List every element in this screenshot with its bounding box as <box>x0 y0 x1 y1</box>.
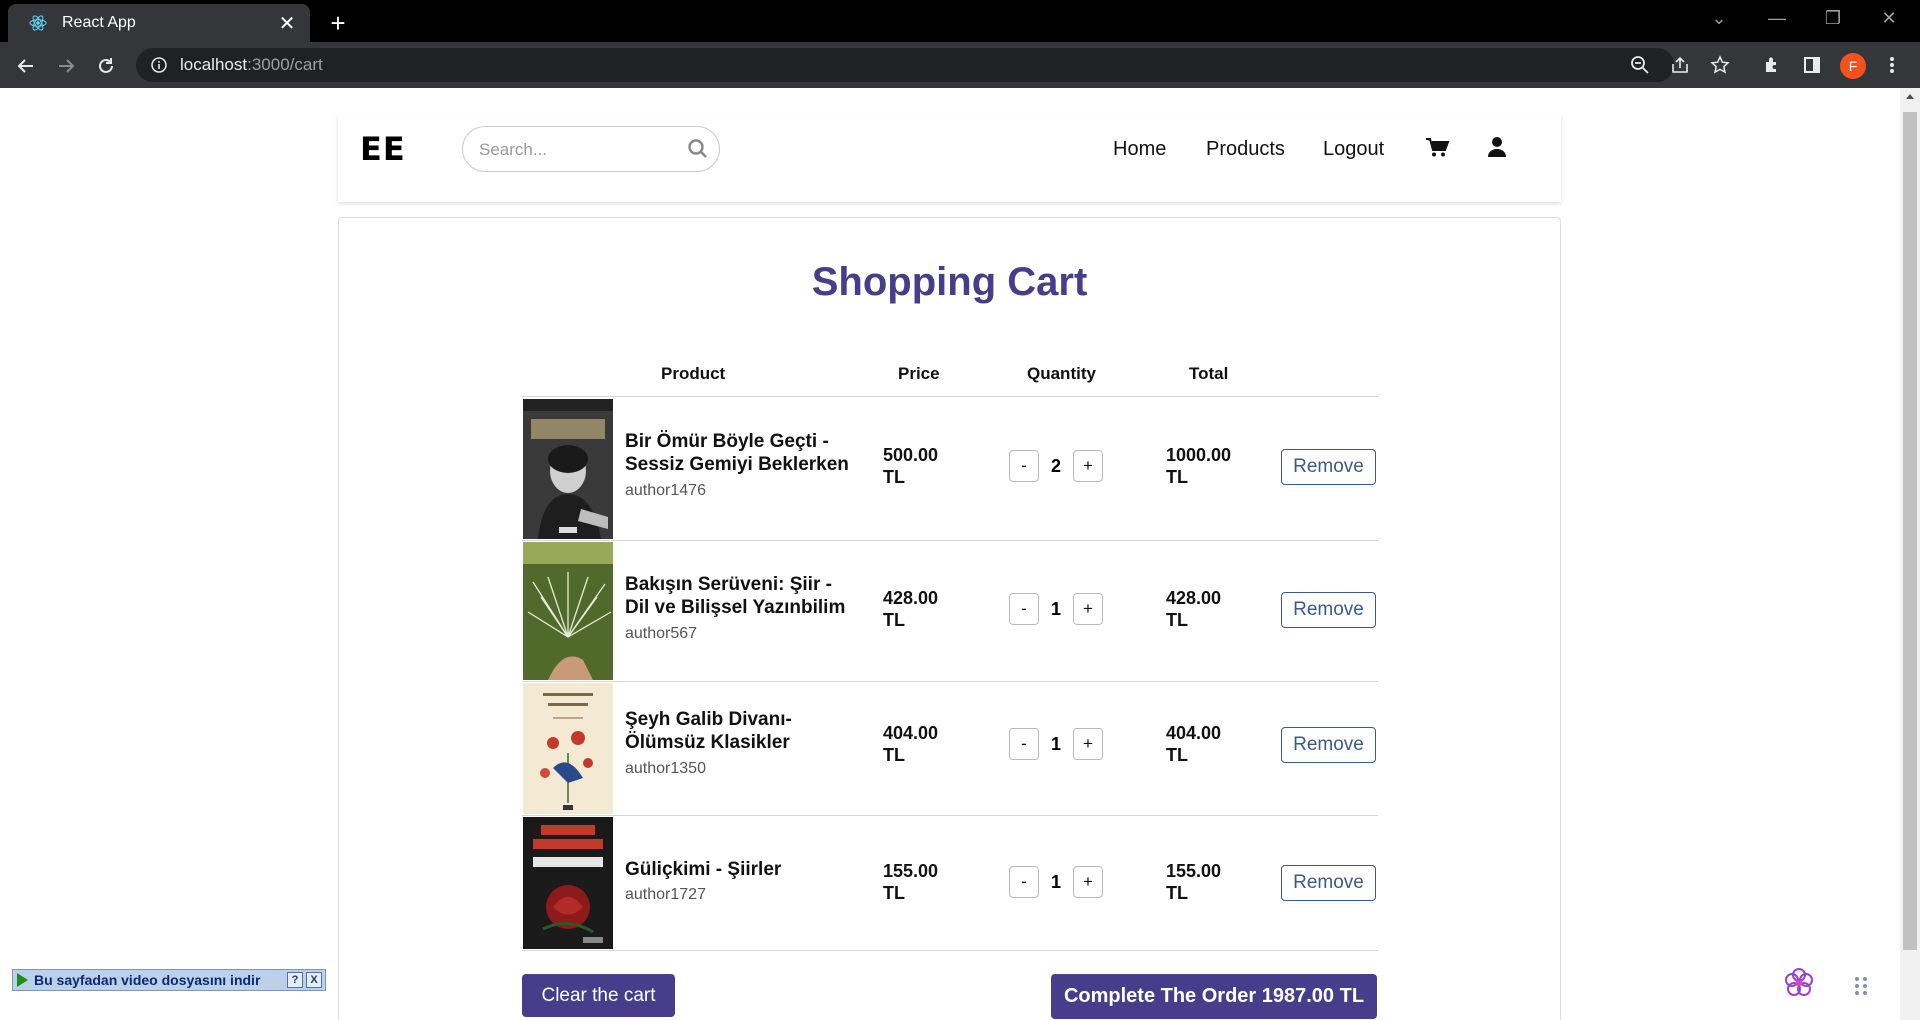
tab-title: React App <box>62 14 136 31</box>
increase-quantity-button[interactable]: + <box>1073 450 1103 482</box>
back-icon[interactable] <box>12 52 40 80</box>
increase-quantity-button[interactable]: + <box>1073 866 1103 898</box>
brand-logo[interactable]: EE <box>360 130 406 168</box>
page-scrollbar[interactable] <box>1900 88 1920 1020</box>
restore-icon[interactable]: ❐ <box>1818 8 1848 29</box>
page-title: Shopping Cart <box>811 260 1088 304</box>
decrease-quantity-button[interactable]: - <box>1009 866 1039 898</box>
cart-row: Bakışın Serüveni: Şiir - Dil ve Bilişsel… <box>522 541 1378 681</box>
minimize-icon[interactable]: — <box>1762 8 1792 29</box>
browser-tabbar: React App ✕ + ⌄ — ❐ ✕ <box>0 0 1920 42</box>
quantity-value: 1 <box>1050 599 1061 619</box>
line-total: 404.00 TL <box>1166 723 1222 765</box>
share-icon[interactable] <box>1668 53 1692 77</box>
line-total: 428.00 TL <box>1166 588 1222 630</box>
tab-close-icon[interactable]: ✕ <box>276 11 298 36</box>
play-icon <box>17 973 28 987</box>
close-window-icon[interactable]: ✕ <box>1874 8 1904 29</box>
product-price: 500.00 TL <box>883 445 939 487</box>
browser-toolbar: localhost:3000/cart F <box>0 42 1920 88</box>
product-cover-image[interactable] <box>523 399 613 539</box>
decrease-quantity-button[interactable]: - <box>1009 593 1039 625</box>
page-content: EE Home Products Logout Shopping Cart Pr… <box>0 88 1900 1020</box>
scroll-up-arrow-icon[interactable] <box>1906 94 1914 99</box>
site-info-icon[interactable] <box>150 56 168 74</box>
zoom-icon[interactable] <box>1628 53 1652 77</box>
url-path: :3000/cart <box>247 55 323 74</box>
quantity-value: 2 <box>1050 456 1061 476</box>
column-header-total: Total <box>1189 364 1229 383</box>
cart-row: Şeyh Galib Divanı- Ölümsüz Klasikler aut… <box>522 682 1378 815</box>
decrease-quantity-button[interactable]: - <box>1009 728 1039 760</box>
product-name[interactable]: Bakışın Serüveni: Şiir - Dil ve Bilişsel… <box>625 573 855 619</box>
forward-icon[interactable] <box>52 52 80 80</box>
product-price: 428.00 TL <box>883 588 939 630</box>
close-bar-button[interactable]: X <box>306 972 322 988</box>
help-button[interactable]: ? <box>287 972 303 988</box>
new-tab-icon[interactable]: + <box>324 8 352 39</box>
line-total: 155.00 TL <box>1166 861 1222 903</box>
product-author: author1476 <box>625 482 706 499</box>
drag-handle-icon[interactable] <box>1854 976 1868 996</box>
decrease-quantity-button[interactable]: - <box>1009 450 1039 482</box>
search-box <box>462 126 720 172</box>
column-header-price: Price <box>898 364 940 383</box>
column-header-product: Product <box>661 364 726 383</box>
profile-avatar[interactable]: F <box>1840 53 1866 79</box>
remove-button[interactable]: Remove <box>1281 727 1376 763</box>
divider <box>522 950 1378 951</box>
product-author: author1350 <box>625 760 706 777</box>
divider <box>522 396 1378 397</box>
nav-logout-link[interactable]: Logout <box>1323 138 1384 161</box>
assistant-flower-icon[interactable] <box>1780 964 1818 1002</box>
increase-quantity-button[interactable]: + <box>1073 593 1103 625</box>
remove-button[interactable]: Remove <box>1281 865 1376 901</box>
product-cover-image[interactable] <box>523 683 613 814</box>
reload-icon[interactable] <box>92 52 120 80</box>
product-author: author1727 <box>625 886 706 903</box>
video-download-bar[interactable]: Bu sayfadan video dosyasını indir ? X <box>12 969 326 991</box>
remove-button[interactable]: Remove <box>1281 449 1376 485</box>
cart-row: Güliçkimi - Şiirler author1727 155.00 TL… <box>522 816 1378 950</box>
react-icon <box>29 15 47 31</box>
product-cover-image[interactable] <box>523 817 613 949</box>
extensions-icon[interactable] <box>1760 53 1784 77</box>
product-name[interactable]: Güliçkimi - Şiirler <box>625 858 855 881</box>
remove-button[interactable]: Remove <box>1281 592 1376 628</box>
product-price: 155.00 TL <box>883 861 939 903</box>
side-panel-icon[interactable] <box>1800 53 1824 77</box>
site-navbar: EE Home Products Logout <box>338 114 1561 202</box>
nav-home-link[interactable]: Home <box>1113 138 1166 161</box>
bookmark-star-icon[interactable] <box>1708 53 1732 77</box>
product-author: author567 <box>625 625 698 642</box>
menu-kebab-icon[interactable] <box>1880 53 1904 77</box>
search-input[interactable] <box>479 137 679 163</box>
address-bar[interactable]: localhost:3000/cart <box>136 48 1674 82</box>
product-price: 404.00 TL <box>883 723 939 765</box>
video-download-text[interactable]: Bu sayfadan video dosyasını indir <box>34 972 287 988</box>
increase-quantity-button[interactable]: + <box>1073 728 1103 760</box>
url-host: localhost <box>180 55 248 74</box>
product-cover-image[interactable] <box>523 542 613 680</box>
cart-icon[interactable] <box>1424 134 1450 160</box>
scroll-thumb[interactable] <box>1903 112 1917 950</box>
complete-order-button[interactable]: Complete The Order 1987.00 TL <box>1051 974 1377 1019</box>
line-total: 1000.00 TL <box>1166 445 1232 487</box>
product-name[interactable]: Şeyh Galib Divanı- Ölümsüz Klasikler <box>625 708 855 754</box>
clear-cart-button[interactable]: Clear the cart <box>522 974 675 1017</box>
column-header-quantity: Quantity <box>1027 364 1096 383</box>
user-icon[interactable] <box>1484 134 1510 160</box>
browser-tab[interactable]: React App ✕ <box>8 4 310 42</box>
quantity-value: 1 <box>1050 872 1061 892</box>
nav-products-link[interactable]: Products <box>1206 138 1285 161</box>
cart-row: Bir Ömür Böyle Geçti - Sessiz Gemiyi Bek… <box>522 398 1378 540</box>
quantity-value: 1 <box>1050 734 1061 754</box>
tab-search-icon[interactable]: ⌄ <box>1704 8 1734 29</box>
product-name[interactable]: Bir Ömür Böyle Geçti - Sessiz Gemiyi Bek… <box>625 430 855 476</box>
search-icon[interactable] <box>687 138 709 160</box>
